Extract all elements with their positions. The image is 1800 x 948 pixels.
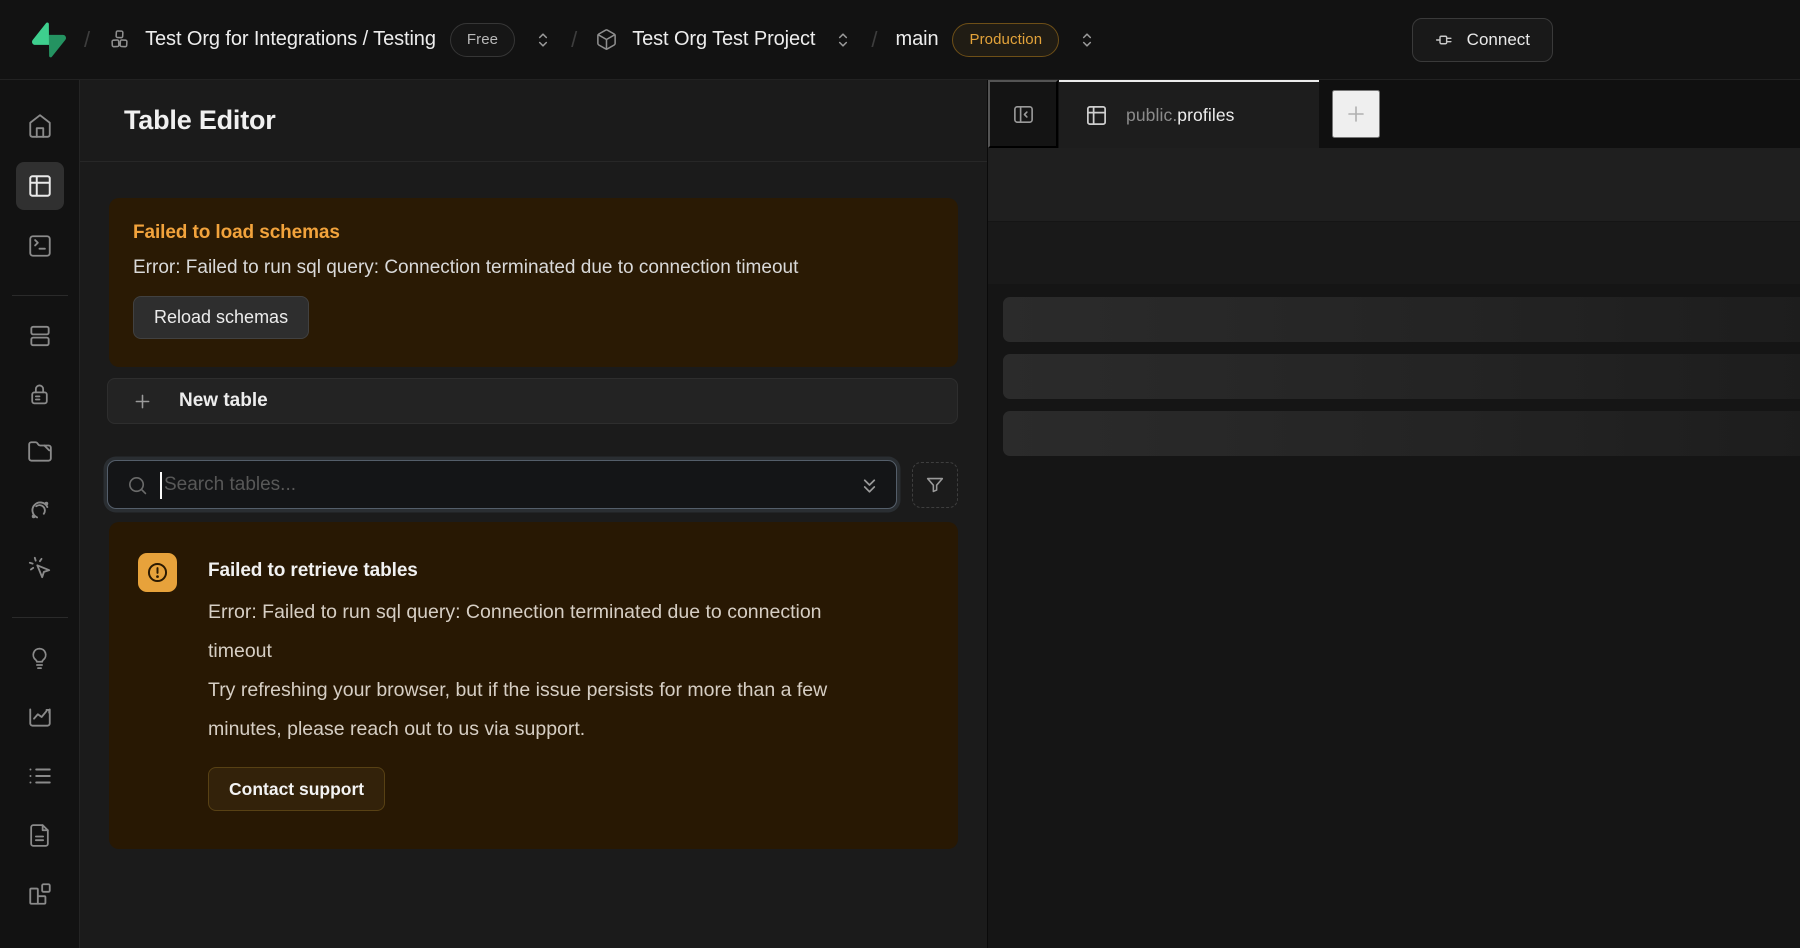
org-switcher[interactable]: Test Org for Integrations / Testing Free — [108, 23, 553, 57]
branch-switcher[interactable]: main Production — [896, 23, 1098, 57]
filter-funnel-icon — [924, 474, 946, 496]
plus-icon — [132, 391, 153, 412]
sidebar-item-realtime[interactable] — [16, 544, 64, 592]
tables-error-alert: Failed to retrieve tables Error: Failed … — [109, 522, 958, 849]
grid-toolbar-placeholder — [988, 148, 1800, 221]
environment-badge: Production — [952, 23, 1059, 57]
sidebar-item-api-docs[interactable] — [16, 811, 64, 859]
sidebar-divider — [12, 295, 68, 296]
grid-loading-skeleton — [988, 284, 1800, 948]
sidebar-item-home[interactable] — [16, 102, 64, 150]
skeleton-row — [1003, 354, 1800, 399]
reload-schemas-button[interactable]: Reload schemas — [133, 296, 309, 339]
filter-tables-button[interactable] — [912, 462, 958, 508]
new-table-button[interactable]: New table — [107, 378, 958, 424]
breadcrumb-separator: / — [871, 27, 877, 53]
connect-button[interactable]: Connect — [1412, 18, 1553, 62]
chart-icon — [27, 704, 53, 730]
sidebar-item-integrations[interactable] — [16, 870, 64, 918]
sidebar-item-logs[interactable] — [16, 752, 64, 800]
new-table-label: New table — [179, 390, 268, 412]
table-search-row — [107, 460, 958, 509]
tab-schema-name: public. — [1126, 105, 1177, 125]
sidebar-item-reports[interactable] — [16, 693, 64, 741]
sidebar-item-storage[interactable] — [16, 428, 64, 476]
chevrons-down-icon[interactable] — [858, 474, 881, 497]
search-icon — [126, 474, 149, 497]
sidebar-item-database[interactable] — [16, 312, 64, 360]
sidebar-item-edge-functions[interactable] — [16, 486, 64, 534]
chevrons-up-down-icon — [1077, 30, 1097, 50]
top-navigation-bar: / Test Org for Integrations / Testing Fr… — [0, 0, 1800, 80]
boxes-icon — [108, 28, 131, 51]
folder-icon — [27, 439, 53, 465]
contact-support-button[interactable]: Contact support — [208, 767, 385, 811]
orbit-icon — [27, 497, 53, 523]
tab-table-name: profiles — [1177, 105, 1234, 125]
database-icon — [27, 323, 53, 349]
primary-sidebar — [0, 80, 80, 948]
sidebar-item-advisors[interactable] — [16, 634, 64, 682]
schema-error-alert: Failed to load schemas Error: Failed to … — [109, 198, 958, 367]
editor-tab-bar: public.profiles — [988, 80, 1800, 148]
chevrons-up-down-icon — [533, 30, 553, 50]
project-switcher[interactable]: Test Org Test Project — [595, 28, 853, 51]
table-icon — [27, 173, 53, 199]
box-icon — [595, 28, 618, 51]
sidebar-item-authentication[interactable] — [16, 370, 64, 418]
tables-error-message: Error: Failed to run sql query: Connecti… — [208, 593, 873, 671]
sidebar-item-table-editor[interactable] — [16, 162, 64, 210]
schema-error-message: Error: Failed to run sql query: Connecti… — [133, 257, 934, 279]
skeleton-row — [1003, 411, 1800, 456]
file-text-icon — [27, 823, 52, 848]
table-icon — [1085, 104, 1108, 127]
home-icon — [27, 113, 53, 139]
text-cursor — [160, 472, 162, 499]
schema-error-title: Failed to load schemas — [133, 222, 934, 244]
grid-editor-panel: public.profiles — [987, 80, 1800, 948]
terminal-icon — [27, 233, 53, 259]
cursor-click-icon — [27, 555, 53, 581]
panel-header: Table Editor — [80, 80, 987, 162]
tables-error-title: Failed to retrieve tables — [208, 553, 930, 582]
sidebar-divider — [12, 617, 68, 618]
chevrons-up-down-icon — [833, 30, 853, 50]
breadcrumb-separator: / — [84, 27, 90, 53]
tab-public-profiles[interactable]: public.profiles — [1059, 80, 1319, 148]
supabase-app: / Test Org for Integrations / Testing Fr… — [0, 0, 1800, 948]
collapse-sidebar-button[interactable] — [988, 80, 1058, 148]
branch-name: main — [896, 28, 939, 51]
alert-warning-icon — [138, 553, 177, 592]
search-tables-input[interactable] — [164, 461, 824, 508]
sidebar-item-sql-editor[interactable] — [16, 222, 64, 270]
breadcrumb-separator: / — [571, 27, 577, 53]
plug-icon — [1435, 30, 1455, 50]
search-tables-field[interactable] — [107, 460, 897, 509]
connect-label: Connect — [1467, 30, 1530, 50]
org-name: Test Org for Integrations / Testing — [145, 28, 436, 51]
lightbulb-icon — [27, 646, 52, 671]
blocks-icon — [27, 881, 53, 907]
list-icon — [27, 763, 53, 789]
new-tab-button[interactable] — [1332, 90, 1380, 138]
grid-header-placeholder — [988, 221, 1800, 284]
project-name: Test Org Test Project — [632, 28, 815, 51]
tables-error-hint: Try refreshing your browser, but if the … — [208, 671, 878, 749]
plus-icon — [1344, 102, 1368, 126]
panel-collapse-icon — [1012, 103, 1035, 126]
supabase-logo-icon[interactable] — [32, 22, 66, 58]
plan-badge: Free — [450, 23, 515, 57]
page-title: Table Editor — [124, 105, 276, 136]
table-editor-panel: Table Editor Failed to load schemas Erro… — [80, 80, 987, 948]
lock-icon — [27, 382, 52, 407]
skeleton-row — [1003, 297, 1800, 342]
